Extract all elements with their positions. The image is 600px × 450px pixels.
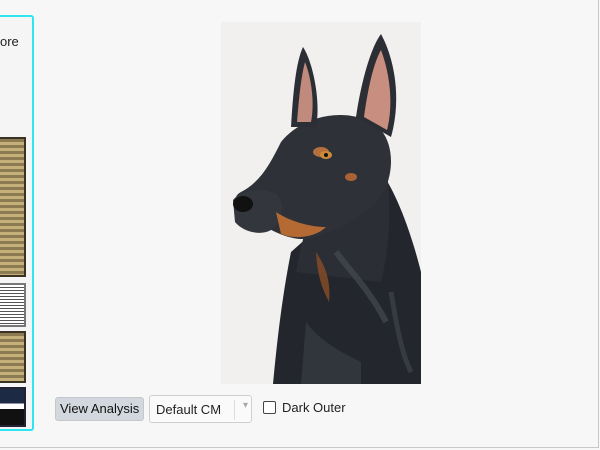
thumbnail-item[interactable] xyxy=(0,137,26,277)
thumbnail-item[interactable] xyxy=(0,283,26,327)
thumbnail-item[interactable] xyxy=(0,387,26,427)
main-image xyxy=(221,22,421,384)
colormap-selected-value: Default CM xyxy=(156,402,222,417)
select-divider xyxy=(234,400,235,420)
dark-outer-label[interactable]: Dark Outer xyxy=(282,400,346,415)
thumbnail-panel[interactable]: ore xyxy=(0,15,34,431)
panel-label: ore xyxy=(0,34,19,49)
doberman-illustration xyxy=(221,22,421,384)
chevron-down-icon[interactable]: ▾ xyxy=(243,400,248,411)
app-window: ore View Analysis Default CM ▾ Dark Oute… xyxy=(0,0,599,448)
colormap-select[interactable]: Default CM ▾ xyxy=(149,395,252,423)
dark-outer-checkbox[interactable] xyxy=(263,401,276,414)
view-analysis-button[interactable]: View Analysis xyxy=(55,397,145,421)
thumbnail-item[interactable] xyxy=(0,331,26,383)
